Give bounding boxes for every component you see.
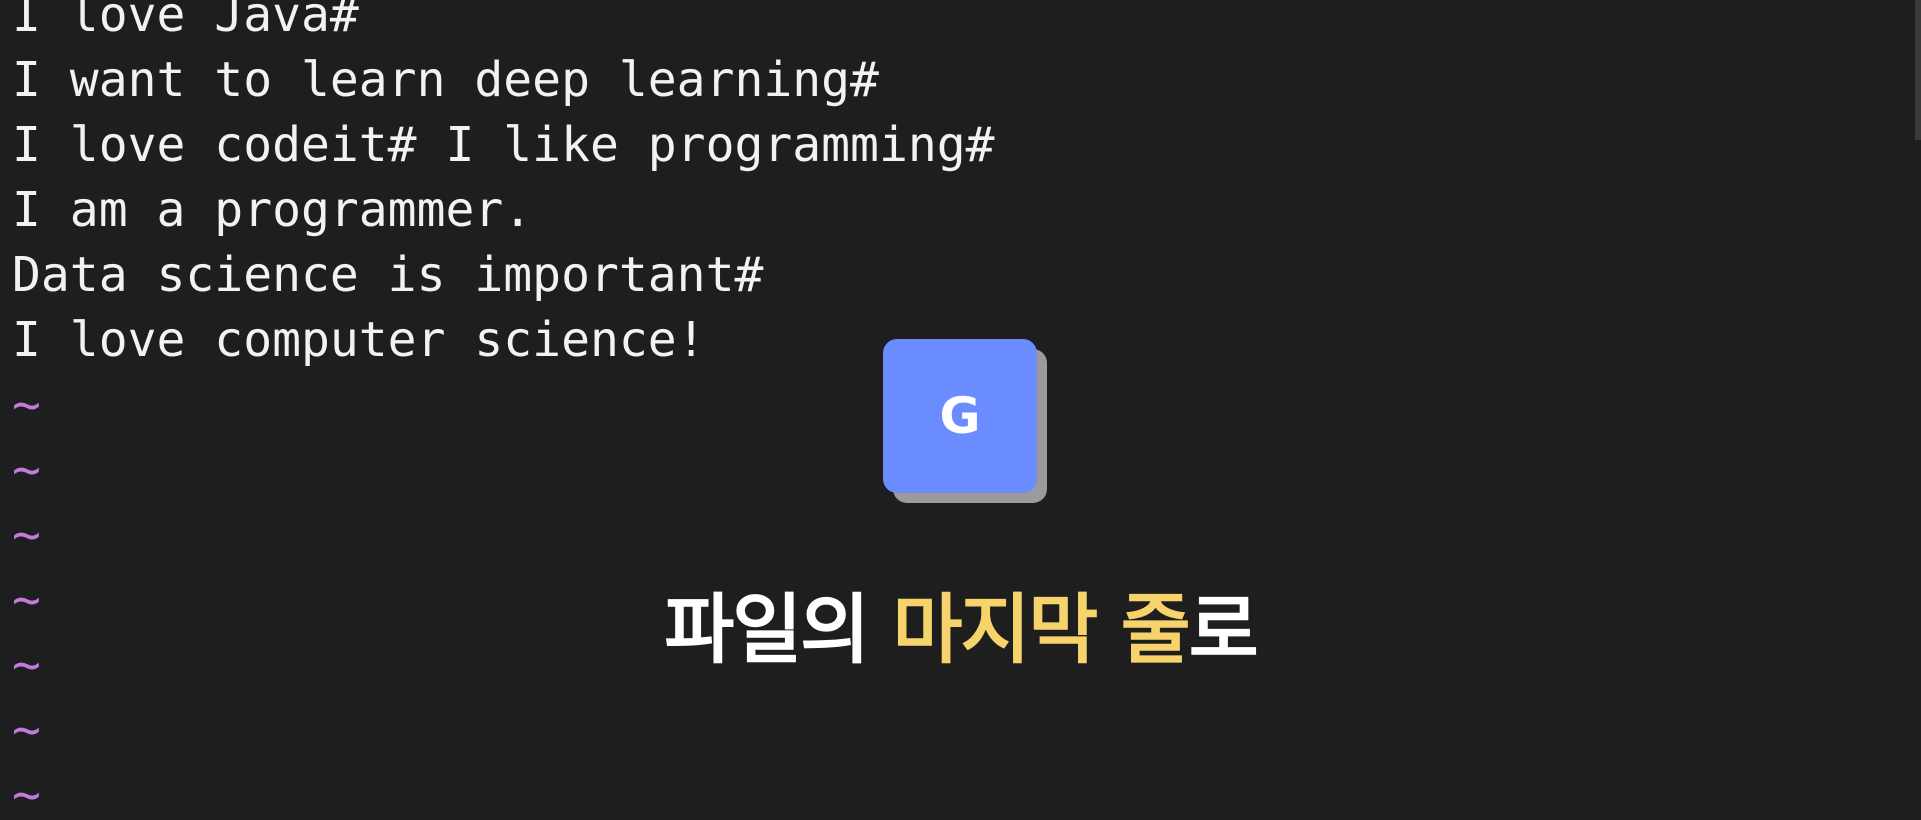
empty-line-tilde: ~ [12,767,41,820]
caption-highlight: 마지막 줄 [892,585,1191,674]
buffer-line[interactable]: I am a programmer. [12,178,1892,243]
buffer-line[interactable]: I want to learn deep learning# [12,48,1892,113]
caption-text: 파일의 [664,585,893,674]
buffer-line[interactable]: I love Java# [12,0,1892,48]
empty-line-tilde: ~ [12,702,41,758]
keystroke-overlay: G [883,339,1047,503]
empty-line-tilde: ~ [12,507,41,563]
scrollbar[interactable] [1915,0,1921,140]
subtitle-caption: 파일의 마지막 줄로 [0,585,1921,675]
buffer-line[interactable]: I love codeit# I like programming# [12,113,1892,178]
caption-text-end: 로 [1188,585,1259,674]
vim-screen: I love Java# I want to learn deep learni… [0,0,1921,820]
buffer-line[interactable]: Data science is important# [12,243,1892,308]
key-cap-g: G [883,339,1037,493]
